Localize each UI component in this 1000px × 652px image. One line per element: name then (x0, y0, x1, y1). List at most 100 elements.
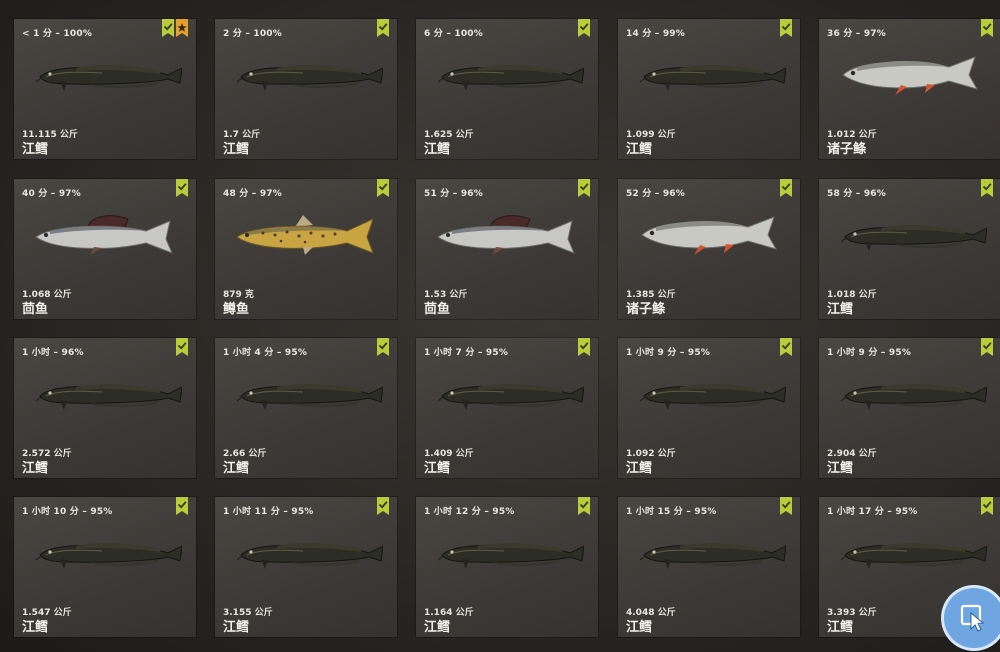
fish-name-label: 茴鱼 (424, 302, 451, 317)
check-ribbon-icon (780, 338, 792, 356)
burbot-fish-icon (236, 384, 383, 410)
check-ribbon-icon (176, 338, 188, 356)
fish-name-label: 江鳕 (22, 461, 49, 476)
catch-card[interactable]: 1 小时 4 分 – 95% 2.66 公斤 江鳕 (215, 338, 397, 478)
check-ribbon-icon (780, 179, 792, 197)
burbot-fish-icon (840, 225, 987, 251)
catch-time-label: 1 小时 9 分 – 95% (827, 348, 912, 358)
catch-time-label: < 1 分 – 100% (22, 29, 93, 39)
catch-card[interactable]: 1 小时 10 分 – 95% 1.547 公斤 江鳕 (14, 497, 196, 637)
catch-card[interactable]: 48 分 – 97% 879 克 鳟鱼 (215, 179, 397, 319)
check-ribbon-icon (780, 19, 792, 37)
catch-card[interactable]: 1 小时 11 分 – 95% 3.155 公斤 江鳕 (215, 497, 397, 637)
fish-name-label: 诸子鲦 (626, 302, 666, 317)
catch-time-label: 2 分 – 100% (223, 29, 282, 39)
burbot-fish-icon (639, 65, 786, 91)
check-ribbon-icon (176, 179, 188, 197)
catch-card[interactable]: 40 分 – 97% 1.068 公斤 茴鱼 (14, 179, 196, 319)
burbot-fish-icon (35, 543, 182, 569)
fish-name-label: 诸子鲦 (827, 142, 867, 157)
catch-card[interactable]: 58 分 – 96% 1.018 公斤 江鳕 (819, 179, 1000, 319)
catch-time-label: 40 分 – 97% (22, 189, 81, 199)
catch-time-label: 58 分 – 96% (827, 189, 886, 199)
catch-time-label: 36 分 – 97% (827, 29, 886, 39)
burbot-fish-icon (639, 543, 786, 569)
fish-name-label: 江鳕 (626, 620, 653, 635)
catch-time-label: 1 小时 10 分 – 95% (22, 507, 113, 517)
burbot-fish-icon (639, 384, 786, 410)
catch-card[interactable]: 51 分 – 96% 1.53 公斤 茴鱼 (416, 179, 598, 319)
check-ribbon-icon (578, 19, 590, 37)
fish-name-label: 江鳕 (223, 461, 250, 476)
check-ribbon-icon (162, 19, 174, 37)
catch-grid: < 1 分 – 100% 11.115 公斤 江鳕 2 分 – 100% 1.7… (0, 0, 1000, 652)
catch-time-label: 6 分 – 100% (424, 29, 483, 39)
chub-fish-icon (641, 216, 778, 255)
grayling-fish-icon (35, 215, 173, 255)
catch-card[interactable]: 1 小时 15 分 – 95% 4.048 公斤 江鳕 (618, 497, 800, 637)
catch-time-label: 1 小时 9 分 – 95% (626, 348, 711, 358)
check-ribbon-icon (578, 497, 590, 515)
check-ribbon-icon (981, 338, 993, 356)
check-ribbon-icon (377, 497, 389, 515)
check-ribbon-icon (176, 497, 188, 515)
chub-fish-icon (842, 56, 979, 95)
catch-time-label: 52 分 – 96% (626, 189, 685, 199)
catch-card[interactable]: < 1 分 – 100% 11.115 公斤 江鳕 (14, 19, 196, 159)
burbot-fish-icon (35, 384, 182, 410)
check-ribbon-icon (377, 19, 389, 37)
burbot-fish-icon (840, 543, 987, 569)
burbot-fish-icon (437, 384, 584, 410)
catch-time-label: 1 小时 11 分 – 95% (223, 507, 314, 517)
fish-name-label: 江鳕 (827, 620, 854, 635)
fish-name-label: 江鳕 (827, 461, 854, 476)
fish-name-label: 江鳕 (424, 142, 451, 157)
catch-time-label: 1 小时 – 96% (22, 348, 84, 358)
catch-time-label: 1 小时 7 分 – 95% (424, 348, 509, 358)
burbot-fish-icon (437, 65, 584, 91)
catch-card[interactable]: 2 分 – 100% 1.7 公斤 江鳕 (215, 19, 397, 159)
grayling-fish-icon (437, 215, 575, 255)
catch-time-label: 1 小时 12 分 – 95% (424, 507, 515, 517)
star-ribbon-icon (176, 19, 188, 37)
fish-name-label: 江鳕 (424, 461, 451, 476)
catch-time-label: 1 小时 15 分 – 95% (626, 507, 717, 517)
fish-name-label: 江鳕 (626, 461, 653, 476)
fish-name-label: 江鳕 (22, 620, 49, 635)
fish-name-label: 江鳕 (223, 142, 250, 157)
catch-time-label: 1 小时 4 分 – 95% (223, 348, 308, 358)
fish-name-label: 鳟鱼 (223, 302, 250, 317)
burbot-fish-icon (35, 65, 182, 91)
fish-name-label: 江鳕 (827, 302, 854, 317)
fish-name-label: 江鳕 (22, 142, 49, 157)
check-ribbon-icon (981, 497, 993, 515)
catch-time-label: 48 分 – 97% (223, 189, 282, 199)
mouse-pointer-icon (960, 604, 985, 632)
catch-card[interactable]: 6 分 – 100% 1.625 公斤 江鳕 (416, 19, 598, 159)
fish-name-label: 江鳕 (424, 620, 451, 635)
check-ribbon-icon (578, 179, 590, 197)
catch-card[interactable]: 1 小时 9 分 – 95% 2.904 公斤 江鳕 (819, 338, 1000, 478)
catch-time-label: 1 小时 17 分 – 95% (827, 507, 918, 517)
catch-card[interactable]: 1 小时 12 分 – 95% 1.164 公斤 江鳕 (416, 497, 598, 637)
fish-name-label: 江鳕 (626, 142, 653, 157)
fish-name-label: 江鳕 (223, 620, 250, 635)
burbot-fish-icon (840, 384, 987, 410)
check-ribbon-icon (377, 338, 389, 356)
check-ribbon-icon (377, 179, 389, 197)
catch-time-label: 14 分 – 99% (626, 29, 685, 39)
burbot-fish-icon (236, 543, 383, 569)
check-ribbon-icon (578, 338, 590, 356)
trout-fish-icon (236, 215, 374, 255)
burbot-fish-icon (437, 543, 584, 569)
check-ribbon-icon (981, 19, 993, 37)
floating-cursor-button[interactable] (944, 588, 1000, 648)
catch-card[interactable]: 1 小时 – 96% 2.572 公斤 江鳕 (14, 338, 196, 478)
catch-card[interactable]: 1 小时 9 分 – 95% 1.092 公斤 江鳕 (618, 338, 800, 478)
catch-card[interactable]: 36 分 – 97% 1.012 公斤 诸子鲦 (819, 19, 1000, 159)
catch-time-label: 51 分 – 96% (424, 189, 483, 199)
catch-card[interactable]: 1 小时 7 分 – 95% 1.409 公斤 江鳕 (416, 338, 598, 478)
burbot-fish-icon (236, 65, 383, 91)
catch-card[interactable]: 14 分 – 99% 1.099 公斤 江鳕 (618, 19, 800, 159)
catch-card[interactable]: 52 分 – 96% 1.385 公斤 诸子鲦 (618, 179, 800, 319)
